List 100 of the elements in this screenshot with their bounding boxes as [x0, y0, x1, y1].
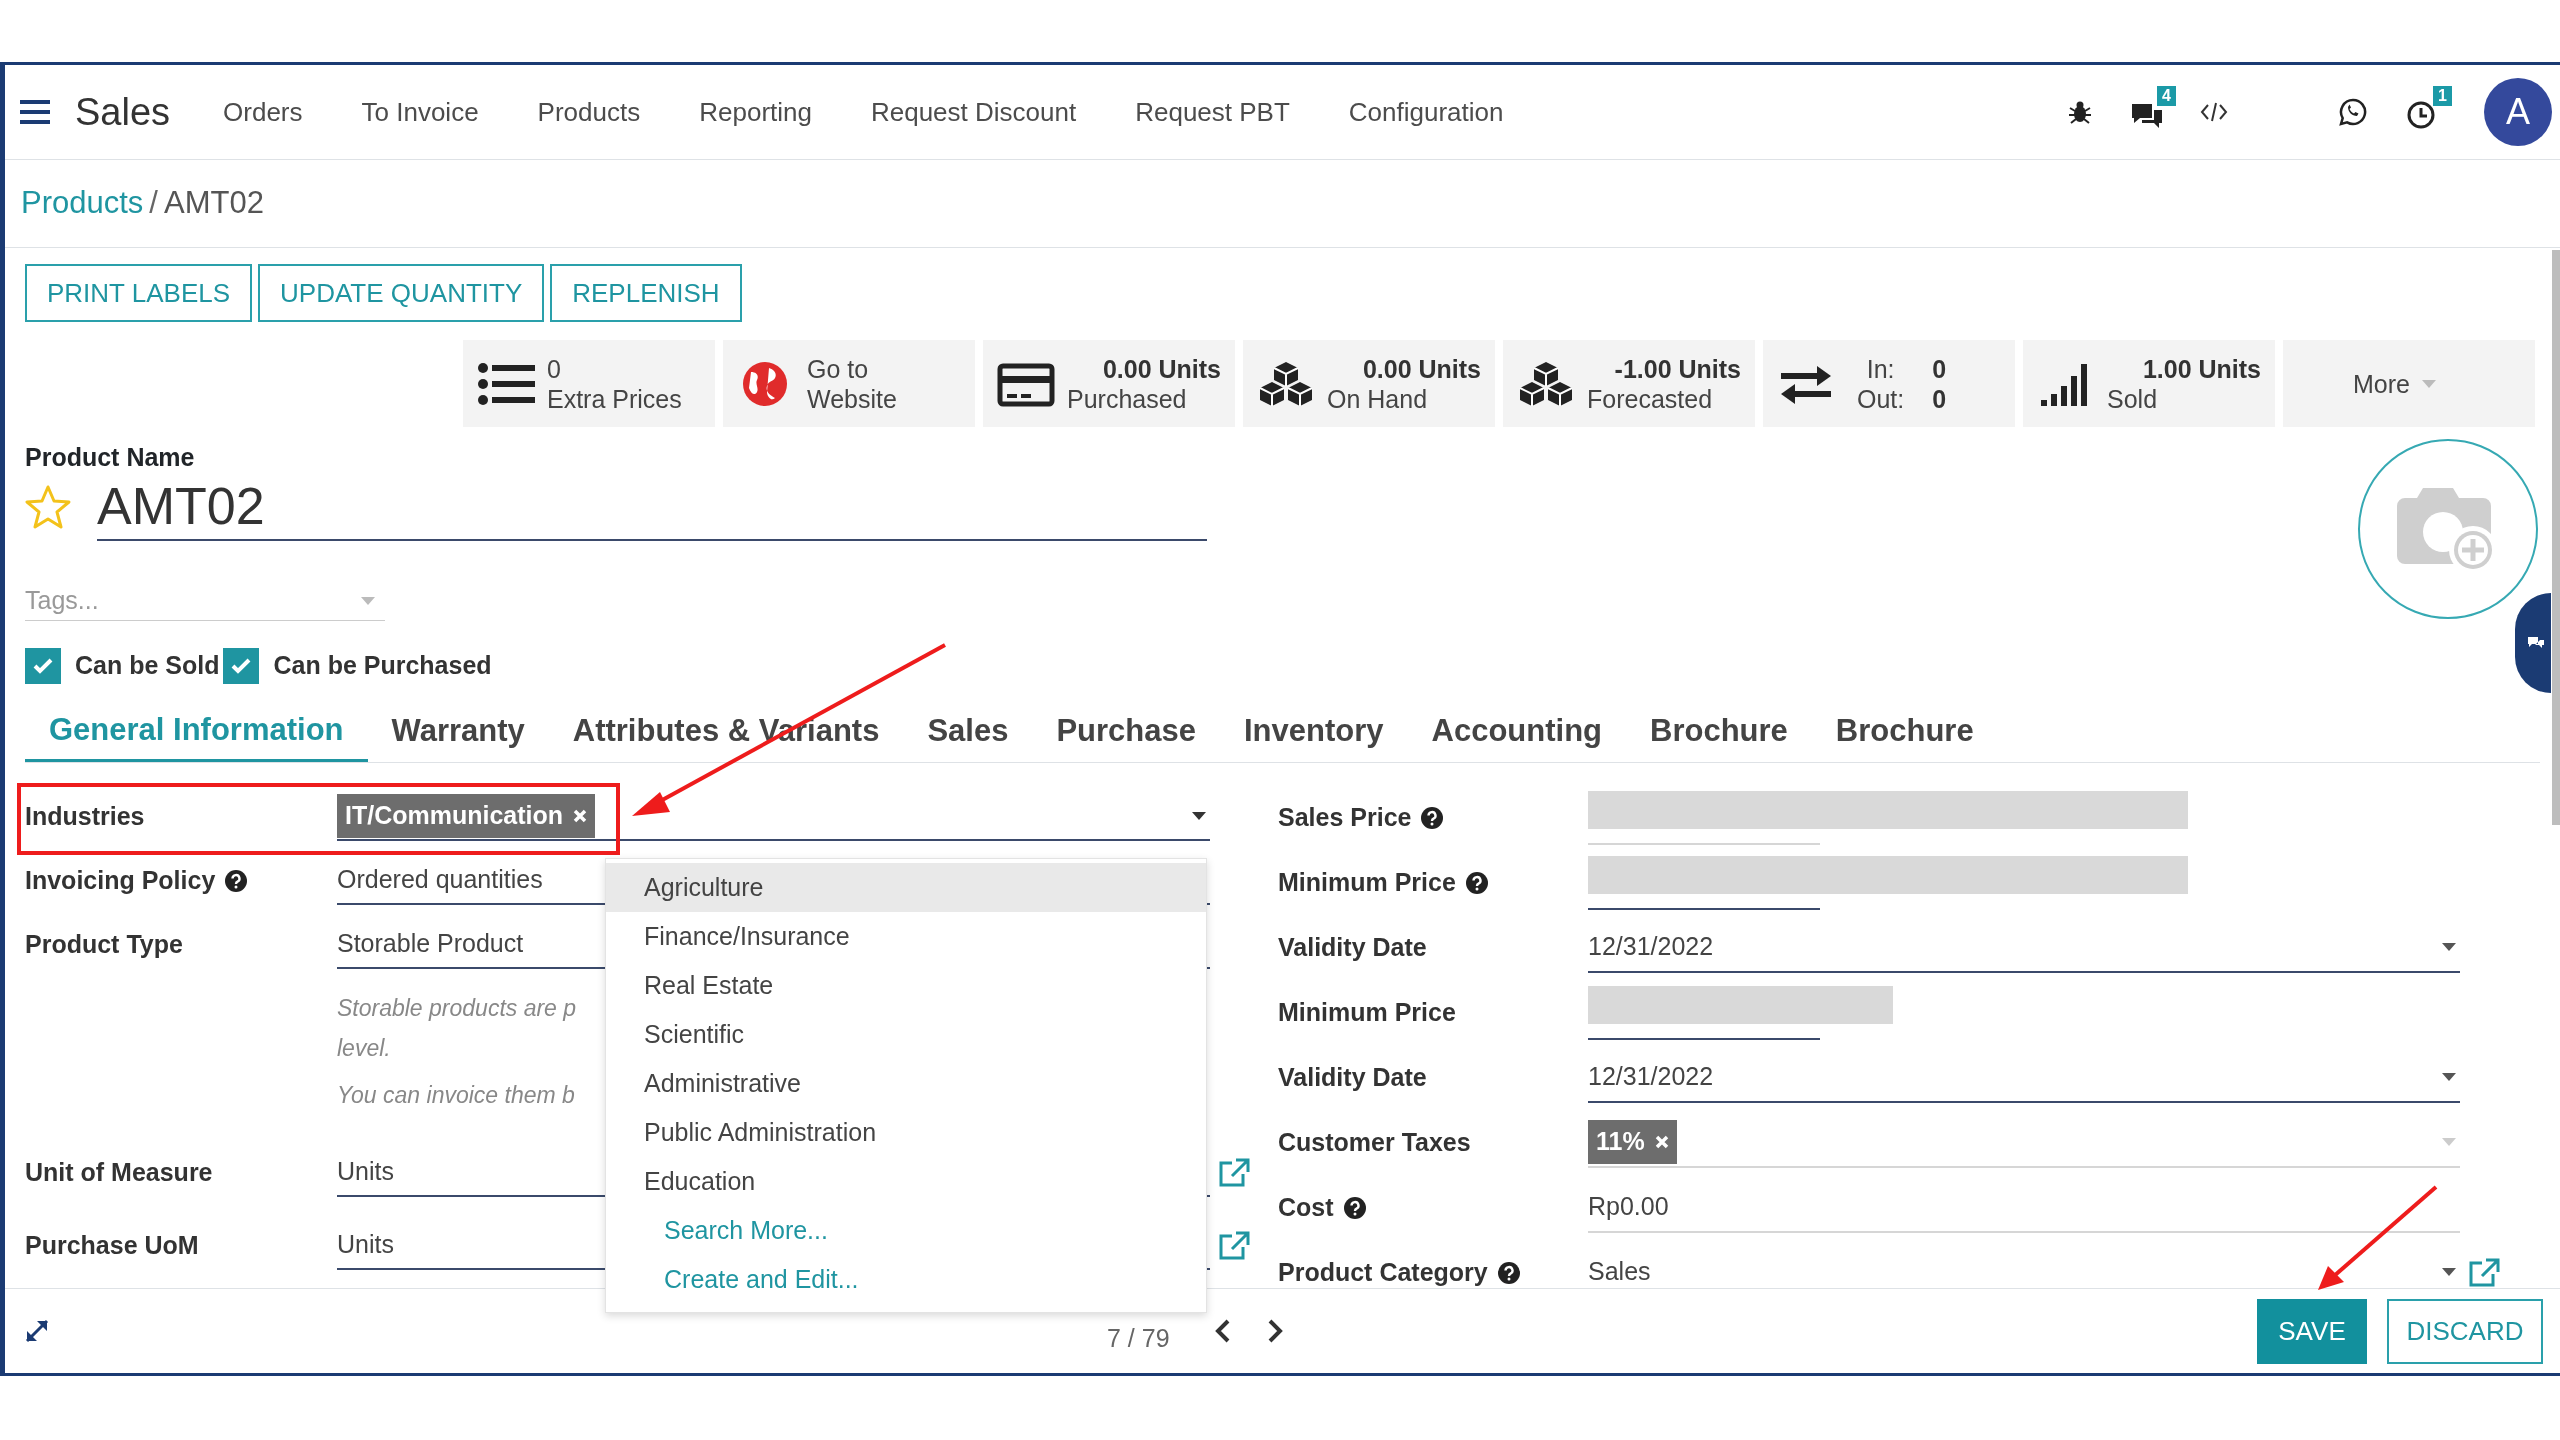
stat-button[interactable]: 0.00 Units Purchased [983, 340, 1235, 427]
previous-icon[interactable] [1213, 1318, 1232, 1344]
input-field[interactable]: Rp0.00 [1588, 1182, 2460, 1233]
dropdown-option[interactable]: Education [606, 1157, 1206, 1206]
menu-item[interactable]: Reporting [676, 84, 835, 140]
more-button[interactable]: More [2283, 340, 2535, 427]
stat-button[interactable]: 0 Extra Prices [463, 340, 715, 427]
caret-icon [2442, 1137, 2456, 1146]
product-name-field[interactable]: AMT02 [97, 473, 1207, 541]
bug-icon[interactable] [2068, 99, 2092, 125]
date-field[interactable]: 12/31/2022 [1588, 1052, 2460, 1103]
stat-value: 0.00 Units [1102, 353, 1221, 384]
stat-value: Go to [807, 353, 869, 384]
external-link-icon [2468, 1257, 2500, 1288]
breadcrumb-current: AMT02 [163, 184, 264, 223]
checkbox-label[interactable]: Can be Purchased [273, 647, 492, 685]
help-icon [225, 870, 248, 892]
caret-icon [2442, 942, 2456, 951]
stat-button[interactable]: 1.00 Units Sold [2023, 340, 2275, 427]
field-label: Product Type [25, 929, 183, 961]
help-icon [1465, 871, 1488, 894]
stat-button[interactable]: In: 0 Out: 0 [1763, 340, 2015, 427]
checkbox[interactable] [223, 648, 260, 684]
menu-icon[interactable] [20, 100, 50, 124]
stat-label: Sold [2107, 383, 2158, 414]
field-label: Product Name [25, 442, 196, 473]
field-label: Customer Taxes [1278, 1126, 1471, 1158]
help-text: Storable products are p [337, 994, 577, 1023]
message-count-badge: 4 [2157, 86, 2176, 106]
clock-icon[interactable] [2406, 100, 2436, 130]
tab[interactable]: Sales [903, 701, 1033, 762]
dropdown-option[interactable]: Real Estate [606, 961, 1206, 1010]
menu-item[interactable]: To Invoice [338, 84, 502, 140]
dropdown-action[interactable]: Search More... [606, 1206, 1206, 1255]
tags-field[interactable]: 11% [1588, 1117, 2460, 1168]
stat-value: 0.00 Units [1362, 353, 1481, 384]
menu-item[interactable]: Request PBT [1112, 84, 1313, 140]
dropdown-action[interactable]: Create and Edit... [606, 1255, 1206, 1304]
field-label: Unit of Measure [25, 1157, 213, 1189]
field-label: Industries [25, 801, 145, 833]
stat-label: Extra Prices [547, 383, 682, 414]
caret-icon [361, 596, 375, 605]
stat-label: Out: [1857, 383, 1905, 414]
dropdown-option[interactable]: Agriculture [606, 863, 1206, 912]
stat-label: Purchased [1067, 383, 1187, 414]
menu-item[interactable]: Orders [200, 84, 326, 140]
help-text: You can invoice them b [337, 1081, 575, 1110]
stat-button[interactable]: -1.00 Units Forecasted [1503, 340, 1755, 427]
chat-icon[interactable] [2130, 102, 2164, 130]
stat-button[interactable]: Go to Website [723, 340, 975, 427]
menu-item[interactable]: Configuration [1325, 84, 1527, 140]
tab[interactable]: Brochure [1811, 701, 1998, 762]
app-name[interactable]: Sales [75, 83, 171, 141]
stat-value: 0 [547, 353, 561, 384]
tag-chip: 11% [1588, 1119, 1677, 1164]
tab[interactable]: Accounting [1407, 701, 1626, 762]
caret-icon [1192, 812, 1206, 820]
replenish-button[interactable]: REPLENISH [550, 264, 742, 322]
whatsapp-icon[interactable] [2338, 97, 2368, 127]
checkbox-label[interactable]: Can be Sold [75, 647, 220, 685]
caret-icon [2421, 379, 2436, 388]
stat-value: 0 [1932, 353, 1947, 384]
star-outline-icon[interactable] [25, 485, 71, 529]
print-labels-button[interactable]: PRINT LABELS [25, 264, 253, 322]
expand-icon[interactable] [25, 1319, 49, 1343]
chat-icon [2527, 636, 2545, 650]
tab[interactable]: Inventory [1220, 701, 1408, 762]
stat-value: -1.00 Units [1614, 353, 1741, 384]
stat-button[interactable]: 0.00 Units On Hand [1243, 340, 1495, 427]
user-avatar[interactable]: A [2484, 78, 2552, 146]
update-quantity-button[interactable]: UPDATE QUANTITY [258, 264, 545, 322]
breadcrumb-separator: / [149, 184, 158, 223]
dropdown-option[interactable]: Administrative [606, 1059, 1206, 1108]
dropdown-option[interactable]: Scientific [606, 1010, 1206, 1059]
tab[interactable]: Purchase [1032, 701, 1220, 762]
scrollbar[interactable] [2552, 250, 2560, 825]
dropdown-option[interactable]: Finance/Insurance [606, 912, 1206, 961]
tab[interactable]: Warranty [367, 701, 549, 762]
save-button[interactable]: SAVE [2257, 1298, 2367, 1364]
breadcrumb-link[interactable]: Products [21, 180, 144, 227]
remove-icon[interactable] [1654, 1134, 1669, 1149]
tab[interactable]: Brochure [1626, 701, 1812, 762]
industries-field[interactable]: IT/Communication [337, 793, 1210, 841]
field-label: Cost [1278, 1191, 1334, 1223]
discard-button[interactable]: DISCARD [2387, 1298, 2543, 1364]
menu-item[interactable]: Request Discount [847, 84, 1100, 140]
code-icon[interactable] [2200, 102, 2228, 122]
external-link-icon [1218, 1158, 1250, 1188]
stat-label: Forecasted [1587, 383, 1713, 414]
dropdown-option[interactable]: Public Administration [606, 1108, 1206, 1157]
tab[interactable]: General Information [25, 701, 368, 762]
remove-icon[interactable] [573, 809, 588, 823]
pager-counter[interactable]: 7 / 79 [1107, 1320, 1170, 1358]
field-label: Invoicing Policy [25, 865, 216, 897]
field-label: Minimum Price [1278, 996, 1456, 1028]
menu-item[interactable]: Products [514, 84, 664, 140]
caret-icon [2442, 1267, 2456, 1276]
help-icon [1497, 1261, 1520, 1284]
checkbox[interactable] [25, 648, 61, 684]
date-field[interactable]: 12/31/2022 [1588, 922, 2460, 973]
